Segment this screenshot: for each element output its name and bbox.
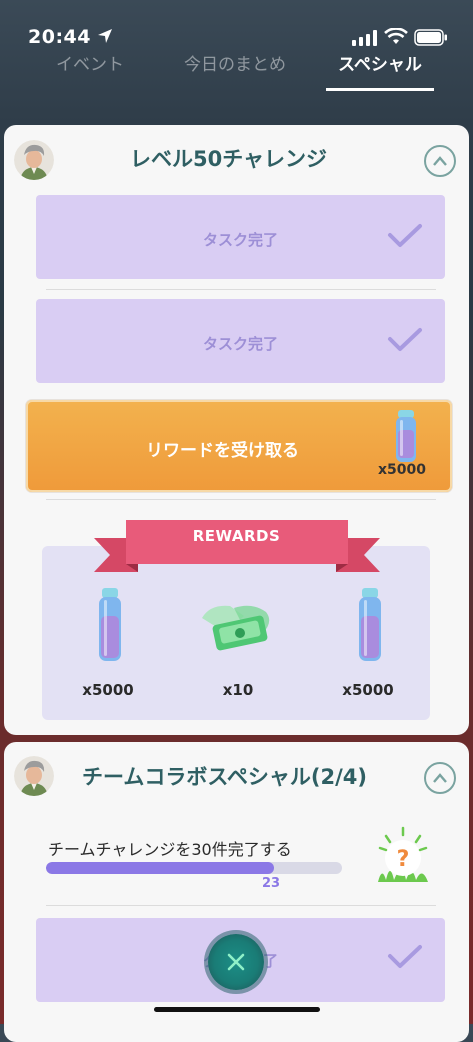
mystery-reward-icon: ? — [378, 826, 428, 882]
task-label: タスク完了 — [202, 231, 278, 249]
collapse-button[interactable] — [424, 145, 456, 177]
checkmark-icon — [388, 945, 422, 968]
reward-quantity: x10 — [222, 681, 254, 699]
potion-icon — [396, 410, 416, 462]
divider — [46, 289, 436, 290]
claim-reward-button[interactable]: リワードを受け取る x5000 — [26, 400, 452, 492]
goal-progress-count: 23 — [262, 876, 281, 891]
reward-quantity: x5000 — [342, 681, 394, 699]
task-completed-row: タスク完了 — [36, 195, 445, 279]
location-arrow-icon — [98, 29, 112, 43]
collapse-button[interactable] — [424, 762, 456, 794]
tab-event[interactable]: イベント — [40, 52, 140, 90]
close-button[interactable] — [208, 934, 264, 990]
ticket-icon — [202, 605, 270, 651]
tab-special[interactable]: スペシャル — [326, 52, 434, 90]
checkmark-icon — [388, 224, 422, 247]
divider — [46, 905, 436, 906]
chevron-up-icon — [433, 156, 447, 166]
task-label: タスク完了 — [202, 335, 278, 353]
active-tab-indicator — [326, 88, 434, 91]
rewards-banner-label: REWARDS — [192, 527, 281, 545]
divider — [46, 499, 436, 500]
reward-quantity: x5000 — [82, 681, 134, 699]
claim-reward-quantity: x5000 — [378, 462, 426, 478]
professor-avatar — [14, 756, 54, 796]
checkmark-icon — [388, 328, 422, 351]
card-title: チームコラボスペシャル(2/4) — [82, 765, 367, 789]
task-completed-row: タスク完了 — [36, 299, 445, 383]
goal-progress-fill — [46, 862, 274, 874]
close-icon — [227, 953, 245, 971]
home-indicator[interactable] — [154, 1007, 320, 1012]
wifi-icon — [384, 28, 408, 44]
card-title: レベル50チャレンジ — [130, 147, 328, 171]
goal-description: チームチャレンジを30件完了する — [48, 840, 292, 859]
tab-today-summary[interactable]: 今日のまとめ — [168, 52, 302, 90]
goal-progress-bar — [46, 862, 342, 874]
svg-text:?: ? — [397, 847, 410, 872]
claim-reward-label: リワードを受け取る — [146, 441, 299, 461]
chevron-up-icon — [433, 773, 447, 783]
battery-icon — [414, 29, 447, 46]
status-time: 20:44 — [28, 26, 91, 48]
potion-icon — [359, 588, 381, 661]
signal-icon — [352, 30, 377, 46]
professor-avatar — [14, 140, 54, 180]
potion-icon — [99, 588, 121, 661]
